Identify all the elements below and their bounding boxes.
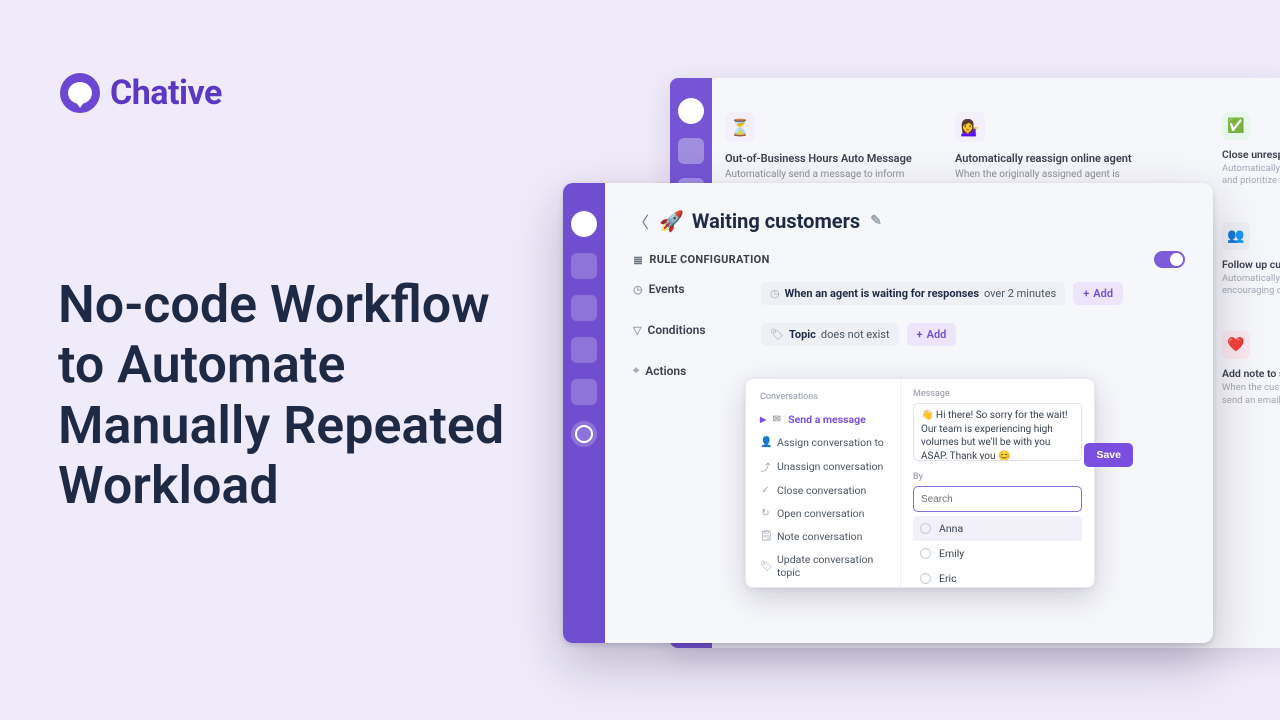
add-event-button[interactable]: + Add xyxy=(1073,282,1123,305)
brand-name: Chative xyxy=(110,73,222,113)
envelope-icon: ✉ xyxy=(771,414,782,425)
brand-logo-icon xyxy=(60,73,100,113)
tag-icon: 🏷 xyxy=(770,328,784,341)
people-icon: 👥 xyxy=(1222,222,1250,250)
rocket-icon: 🚀 xyxy=(659,209,684,233)
chevron-right-icon: ▶ xyxy=(760,415,766,424)
page-title: 🚀 Waiting customers ✎ xyxy=(659,209,882,233)
action-note-conversation[interactable]: 🗒 Note conversation xyxy=(750,525,896,548)
by-option[interactable]: Eric xyxy=(913,566,1082,591)
chat-bubble-icon[interactable] xyxy=(571,211,597,237)
action-assign-conversation[interactable]: 👤 Assign conversation to xyxy=(750,431,896,454)
event-chip-secondary: over 2 minutes xyxy=(984,287,1056,300)
edit-title-button[interactable]: ✎ xyxy=(870,213,882,229)
cursor-icon: ⌖ xyxy=(633,364,639,378)
action-label: Unassign conversation xyxy=(777,460,883,473)
headline-text: No-code Workflow to Automate Manually Re… xyxy=(58,275,518,516)
page-title-text: Waiting customers xyxy=(692,209,860,233)
by-field-label: By xyxy=(913,472,1082,482)
rule-editor-panel: 〈 🚀 Waiting customers ✎ ≣ RULE CONFIGURA… xyxy=(563,183,1213,643)
card-description: When the custo period of time, i send an… xyxy=(1222,382,1280,407)
workflow-card[interactable]: ❤️ Add note to sen When the custo period… xyxy=(1222,331,1280,407)
workflow-card[interactable]: ✅ Close unrespon Automatically c unrespo… xyxy=(1222,112,1280,188)
card-title: Add note to sen xyxy=(1222,367,1280,380)
radio-icon xyxy=(920,548,931,559)
action-update-topic[interactable]: 🏷 Update conversation topic xyxy=(750,548,896,584)
by-option-label: Anna xyxy=(939,522,963,535)
condition-chip[interactable]: 🏷 Topic does not exist xyxy=(761,323,899,346)
sidebar-item-icon[interactable] xyxy=(571,379,597,405)
refresh-circle-icon[interactable] xyxy=(571,421,597,447)
action-send-message[interactable]: ▶ ✉ Send a message xyxy=(750,408,896,431)
message-textarea[interactable] xyxy=(913,403,1082,461)
sliders-icon: ≣ xyxy=(633,253,643,267)
condition-chip-secondary: does not exist xyxy=(821,328,890,341)
clock-icon: ◷ xyxy=(633,283,643,296)
conditions-label: Conditions xyxy=(647,323,705,337)
by-option[interactable]: Emily xyxy=(913,541,1082,566)
action-label: Assign conversation to xyxy=(777,436,884,449)
checkmark-icon: ✅ xyxy=(1222,112,1250,140)
message-field-label: Message xyxy=(913,389,1082,399)
by-search-input[interactable] xyxy=(913,486,1082,512)
back-button[interactable]: 〈 xyxy=(633,209,649,233)
by-option-label: Eric xyxy=(939,572,957,585)
add-label: Add xyxy=(927,328,947,341)
card-description: Automatically s who have not re encourag… xyxy=(1222,273,1280,298)
card-title: Automatically reassign online agent xyxy=(955,152,1165,165)
clock-icon: ◷ xyxy=(770,287,780,300)
sidebar-placeholder-icon xyxy=(678,138,704,164)
actions-popover: Conversations ▶ ✉ Send a message 👤 Assig… xyxy=(745,378,1095,588)
action-label: Close conversation xyxy=(777,484,866,497)
workflow-card[interactable]: 👥 Follow up custo Automatically s who ha… xyxy=(1222,222,1280,298)
action-label: Note conversation xyxy=(777,530,862,543)
action-unassign-conversation[interactable]: ⤴ Unassign conversation xyxy=(750,454,896,479)
filter-icon: ▽ xyxy=(633,324,641,337)
action-label: Update conversation topic xyxy=(777,553,886,579)
rule-configuration-label: RULE CONFIGURATION xyxy=(649,253,769,266)
event-chip-primary: When an agent is waiting for responses xyxy=(785,287,979,300)
event-chip[interactable]: ◷ When an agent is waiting for responses… xyxy=(761,282,1065,305)
heart-icon: ❤️ xyxy=(1222,331,1250,359)
chat-bubble-icon xyxy=(678,98,704,124)
action-label: Open conversation xyxy=(777,507,864,520)
rule-enabled-toggle[interactable] xyxy=(1154,251,1185,268)
plus-icon: + xyxy=(1083,287,1089,300)
radio-icon xyxy=(920,523,931,534)
action-label: Send a message xyxy=(788,413,866,426)
panel-sidebar xyxy=(563,183,605,643)
tag-icon: 🏷 xyxy=(760,561,771,572)
radio-icon xyxy=(920,573,931,584)
sidebar-item-icon[interactable] xyxy=(571,253,597,279)
card-title: Close unrespon xyxy=(1222,148,1280,161)
card-title: Out-of-Business Hours Auto Message xyxy=(725,152,935,165)
save-button[interactable]: Save xyxy=(1084,443,1133,467)
add-condition-button[interactable]: + Add xyxy=(907,323,957,346)
hourglass-icon: ⏳ xyxy=(725,112,755,142)
plus-icon: + xyxy=(917,328,923,341)
card-description: Automatically c unresponsive fo and prio… xyxy=(1222,163,1280,188)
add-label: Add xyxy=(1093,287,1113,300)
popover-section-conversations: Conversations xyxy=(750,389,896,408)
by-options-list: Anna Emily Eric xyxy=(913,516,1082,591)
by-option-label: Emily xyxy=(939,547,964,560)
user-icon: 👤 xyxy=(760,437,771,448)
action-close-conversation[interactable]: ✓ Close conversation xyxy=(750,479,896,502)
by-option[interactable]: Anna xyxy=(913,516,1082,541)
sidebar-item-icon[interactable] xyxy=(571,337,597,363)
events-label: Events xyxy=(649,282,685,296)
brand: Chative xyxy=(60,73,222,113)
condition-chip-primary: Topic xyxy=(789,328,816,341)
actions-label: Actions xyxy=(645,364,686,378)
action-open-conversation[interactable]: ↻ Open conversation xyxy=(750,502,896,525)
open-icon: ↻ xyxy=(760,508,771,519)
card-title: Follow up custo xyxy=(1222,258,1280,271)
check-icon: ✓ xyxy=(760,485,771,496)
workflow-card-strip: ✅ Close unrespon Automatically c unrespo… xyxy=(1222,112,1280,407)
unassign-icon: ⤴ xyxy=(760,459,771,474)
note-icon: 🗒 xyxy=(760,531,771,542)
sidebar-item-icon[interactable] xyxy=(571,295,597,321)
person-icon: 💁‍♀️ xyxy=(955,112,985,142)
